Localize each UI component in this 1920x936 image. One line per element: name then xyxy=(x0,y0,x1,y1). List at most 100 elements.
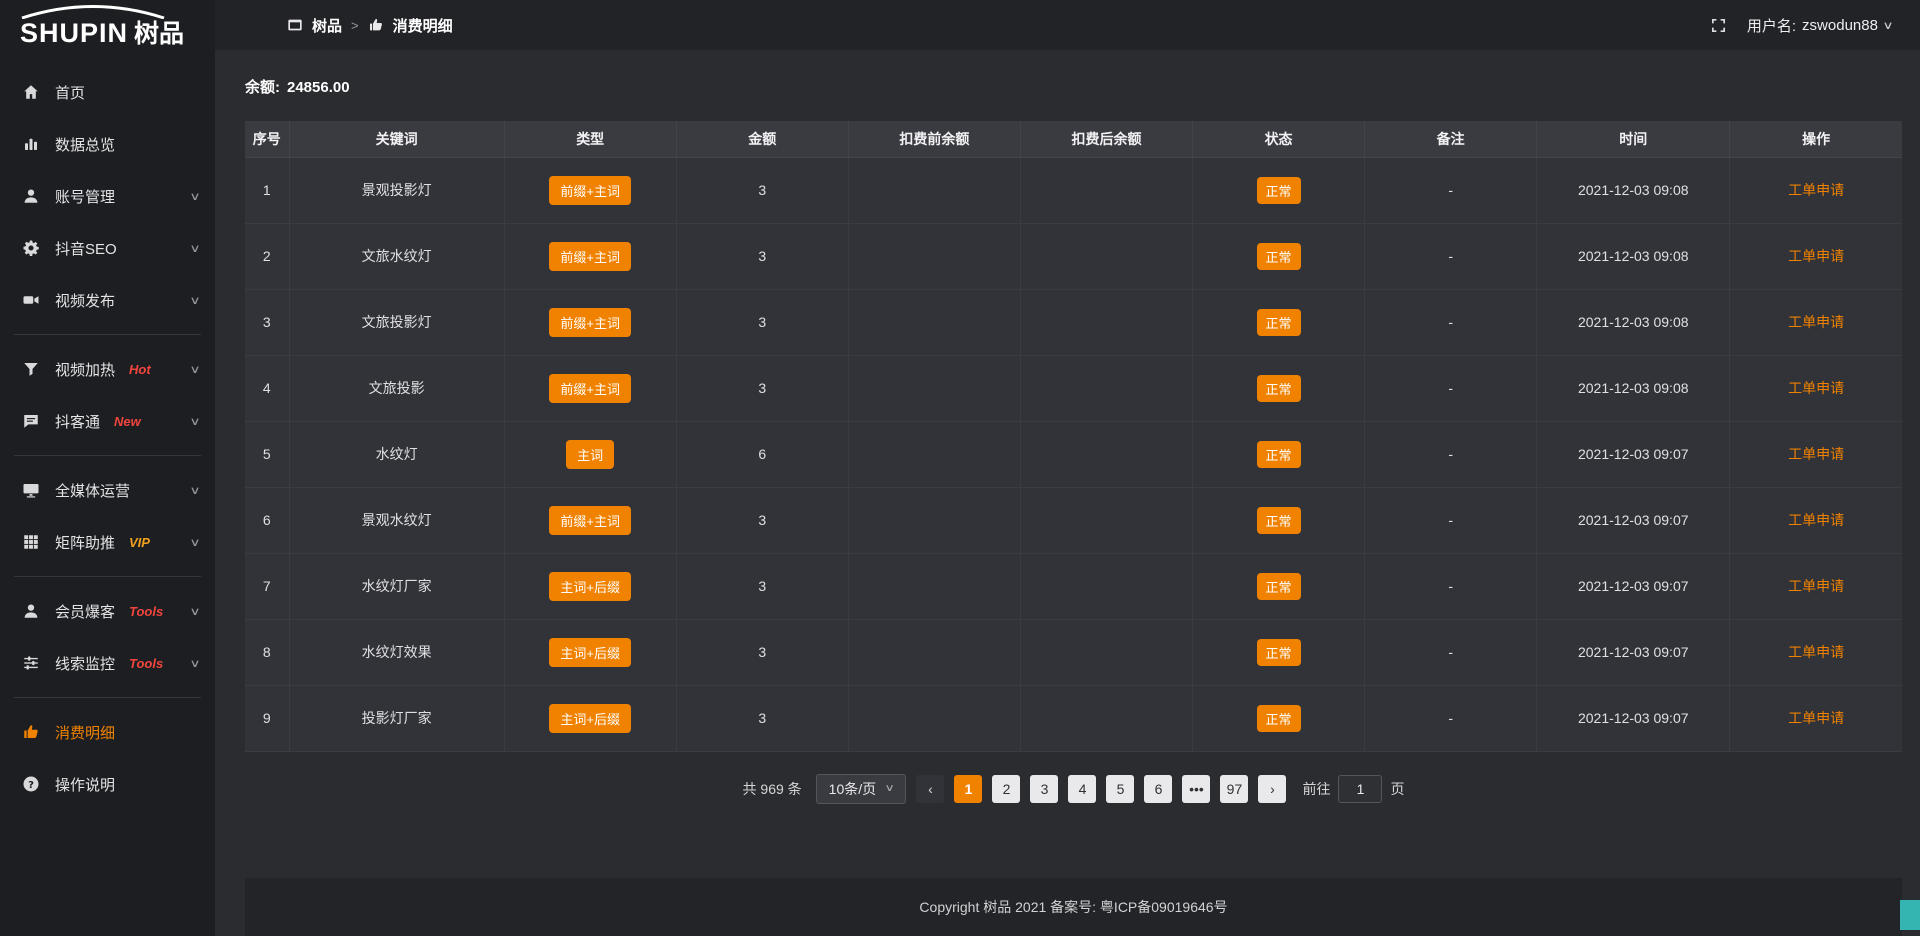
sidebar-item-2[interactable]: 数据总览 xyxy=(0,118,215,170)
cell-amount: 3 xyxy=(676,553,848,619)
sidebar-item-7[interactable]: 抖客通 New ∨ xyxy=(0,395,215,447)
goto-label: 前往 xyxy=(1302,779,1330,799)
sidebar-item-11[interactable]: 线索监控 Tools ∨ xyxy=(0,637,215,689)
status-badge: 正常 xyxy=(1257,177,1301,204)
cell-type: 主词+后缀 xyxy=(504,619,676,685)
cell-status: 正常 xyxy=(1193,619,1365,685)
sidebar-item-13[interactable]: ? 操作说明 xyxy=(0,758,215,810)
cell-amount: 6 xyxy=(676,421,848,487)
ticket-request-link[interactable]: 工单申请 xyxy=(1788,578,1844,594)
ticket-request-link[interactable]: 工单申请 xyxy=(1788,248,1844,264)
chevron-down-icon: ∨ xyxy=(189,657,200,670)
chevron-down-icon: ∨ xyxy=(189,536,200,549)
breadcrumb-separator: > xyxy=(351,18,359,33)
cell-status: 正常 xyxy=(1193,421,1365,487)
type-badge: 前缀+主词 xyxy=(549,308,631,337)
sidebar-item-9[interactable]: 矩阵助推 VIP ∨ xyxy=(0,516,215,568)
window-icon xyxy=(287,17,303,33)
column-header: 备注 xyxy=(1365,121,1537,157)
fullscreen-icon[interactable] xyxy=(1710,17,1727,34)
sidebar-divider xyxy=(14,576,201,577)
table-body: 1 景观投影灯 前缀+主词 3 正常 - 2021-12-03 09:08 工单… xyxy=(245,157,1902,751)
cell-pre-balance xyxy=(848,487,1020,553)
sidebar-item-badge: Tools xyxy=(129,604,163,619)
page-button-2[interactable]: 2 xyxy=(992,775,1020,803)
ticket-request-link[interactable]: 工单申请 xyxy=(1788,710,1844,726)
topbar-right: 用户名: zswodun88 ∨ xyxy=(1710,15,1892,36)
sidebar-item-12[interactable]: 消费明细 xyxy=(0,706,215,758)
bar-chart-icon xyxy=(22,135,40,153)
page-button-1[interactable]: 1 xyxy=(954,775,982,803)
table-row: 4 文旅投影 前缀+主词 3 正常 - 2021-12-03 09:08 工单申… xyxy=(245,355,1902,421)
sidebar-item-1[interactable]: 首页 xyxy=(0,66,215,118)
breadcrumb-root[interactable]: 树品 xyxy=(312,15,342,36)
cell-keyword: 文旅投影 xyxy=(289,355,504,421)
ticket-request-link[interactable]: 工单申请 xyxy=(1788,380,1844,396)
sidebar-item-4[interactable]: 抖音SEO ∨ xyxy=(0,222,215,274)
cell-amount: 3 xyxy=(676,685,848,751)
next-page-button[interactable]: › xyxy=(1258,775,1286,803)
copyright-text: Copyright 树品 2021 备案号: 粤ICP备09019646号 xyxy=(919,897,1227,917)
sidebar-item-3[interactable]: 账号管理 ∨ xyxy=(0,170,215,222)
page-size-select[interactable]: 10条/页 ∨ xyxy=(816,774,907,804)
cell-index: 7 xyxy=(245,553,289,619)
chevron-down-icon: ∨ xyxy=(189,363,200,376)
sidebar-item-label: 抖音SEO xyxy=(55,238,117,259)
page-button-5[interactable]: 5 xyxy=(1106,775,1134,803)
question-icon: ? xyxy=(22,775,40,793)
type-badge: 前缀+主词 xyxy=(549,242,631,271)
funnel-icon xyxy=(22,360,40,378)
sidebar-item-5[interactable]: 视频发布 ∨ xyxy=(0,274,215,326)
sidebar-divider xyxy=(14,697,201,698)
status-badge: 正常 xyxy=(1257,441,1301,468)
cell-status: 正常 xyxy=(1193,685,1365,751)
ticket-request-link[interactable]: 工单申请 xyxy=(1788,644,1844,660)
sidebar-menu: 首页 数据总览 账号管理 ∨ 抖音SEO ∨ 视频发布 ∨ 视频加热 Hot ∨… xyxy=(0,56,215,810)
floating-widget[interactable] xyxy=(1900,900,1920,930)
home-icon xyxy=(22,83,40,101)
cell-type: 前缀+主词 xyxy=(504,355,676,421)
sidebar-item-8[interactable]: 全媒体运营 ∨ xyxy=(0,464,215,516)
prev-page-button[interactable]: ‹ xyxy=(916,775,944,803)
table-header-row: 序号关键词类型金额扣费前余额扣费后余额状态备注时间操作 xyxy=(245,121,1902,157)
ticket-request-link[interactable]: 工单申请 xyxy=(1788,182,1844,198)
column-header: 扣费前余额 xyxy=(848,121,1020,157)
page-button-6[interactable]: 6 xyxy=(1144,775,1172,803)
goto-page: 前往 页 xyxy=(1302,775,1404,803)
logo-text-en: SHUPIN xyxy=(20,18,128,48)
page-button-4[interactable]: 4 xyxy=(1068,775,1096,803)
cell-time: 2021-12-03 09:07 xyxy=(1537,421,1730,487)
cell-status: 正常 xyxy=(1193,355,1365,421)
cell-index: 2 xyxy=(245,223,289,289)
cell-type: 前缀+主词 xyxy=(504,487,676,553)
ticket-request-link[interactable]: 工单申请 xyxy=(1788,446,1844,462)
ticket-request-link[interactable]: 工单申请 xyxy=(1788,512,1844,528)
app-logo[interactable]: SHUPIN树品 xyxy=(0,0,215,56)
user-menu[interactable]: 用户名: zswodun88 ∨ xyxy=(1747,15,1892,36)
column-header: 序号 xyxy=(245,121,289,157)
type-badge: 主词+后缀 xyxy=(549,704,631,733)
column-header: 状态 xyxy=(1193,121,1365,157)
sidebar-item-label: 首页 xyxy=(55,82,85,103)
cell-keyword: 水纹灯 xyxy=(289,421,504,487)
topbar: 树品 > 消费明细 用户名: zswodun88 ∨ xyxy=(215,0,1920,50)
sidebar-item-label: 抖客通 xyxy=(55,411,100,432)
page-button-3[interactable]: 3 xyxy=(1030,775,1058,803)
ticket-request-link[interactable]: 工单申请 xyxy=(1788,314,1844,330)
sidebar-item-label: 视频发布 xyxy=(55,290,115,311)
cell-time: 2021-12-03 09:08 xyxy=(1537,157,1730,223)
table-row: 3 文旅投影灯 前缀+主词 3 正常 - 2021-12-03 09:08 工单… xyxy=(245,289,1902,355)
cell-type: 主词 xyxy=(504,421,676,487)
goto-page-input[interactable] xyxy=(1338,775,1382,803)
sidebar-item-badge: VIP xyxy=(129,535,150,550)
sidebar-item-6[interactable]: 视频加热 Hot ∨ xyxy=(0,343,215,395)
status-badge: 正常 xyxy=(1257,573,1301,600)
cell-post-balance xyxy=(1020,421,1192,487)
sidebar-item-10[interactable]: 会员爆客 Tools ∨ xyxy=(0,585,215,637)
page-button-97[interactable]: 97 xyxy=(1220,775,1248,803)
page-ellipsis-button[interactable]: ••• xyxy=(1182,775,1210,803)
cell-keyword: 景观水纹灯 xyxy=(289,487,504,553)
cell-status: 正常 xyxy=(1193,553,1365,619)
cell-amount: 3 xyxy=(676,355,848,421)
column-header: 类型 xyxy=(504,121,676,157)
